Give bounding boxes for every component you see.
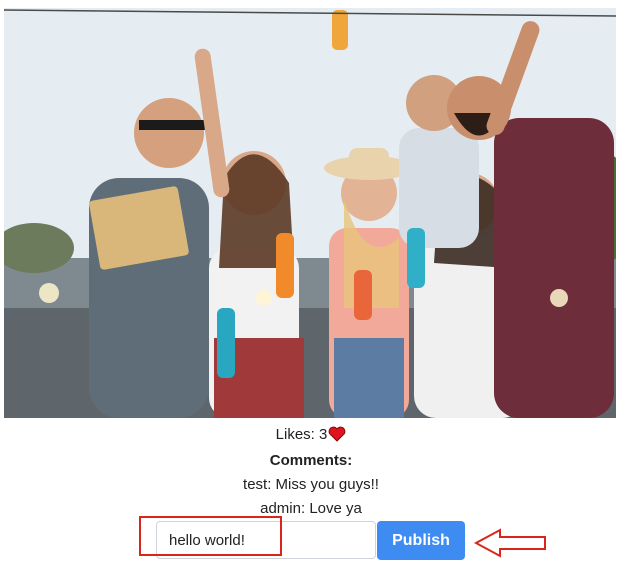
annotation-arrow-icon <box>474 528 546 558</box>
likes-count: Likes: 3 <box>275 426 328 443</box>
comment-item: admin: Love ya <box>260 500 362 517</box>
post-photo <box>4 8 616 418</box>
likes-row: Likes: 3 <box>0 426 622 446</box>
party-photo-illustration <box>4 8 616 418</box>
comments-heading: Comments: <box>269 452 353 469</box>
publish-button[interactable]: Publish <box>377 521 465 560</box>
heart-icon[interactable] <box>328 426 346 446</box>
comment-item: test: Miss you guys!! <box>243 476 379 493</box>
comment-input[interactable] <box>156 521 376 559</box>
